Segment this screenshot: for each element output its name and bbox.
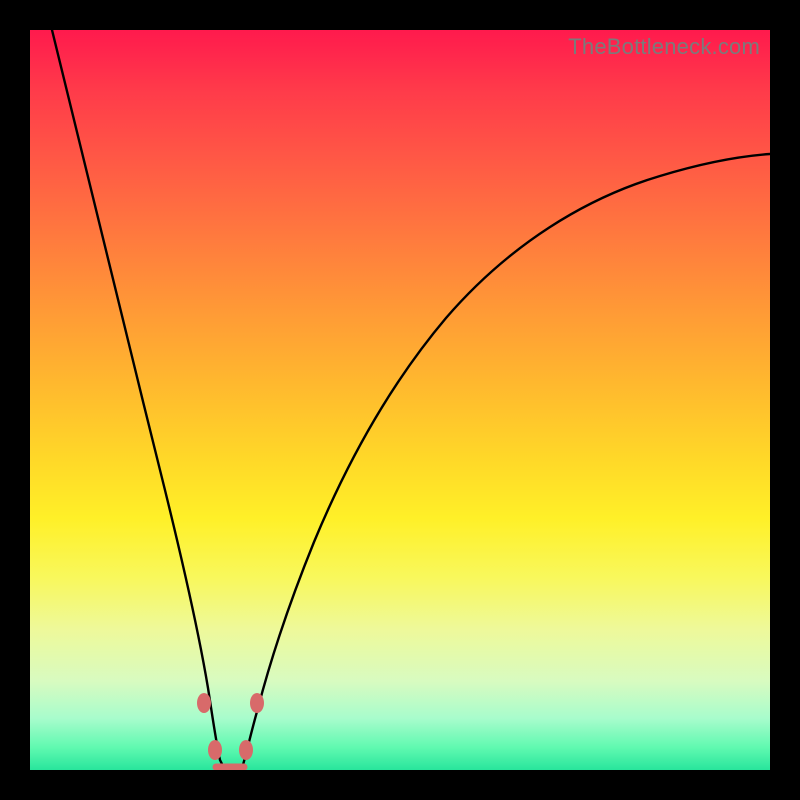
chart-svg [30, 30, 770, 770]
watermark-text: TheBottleneck.com [568, 34, 760, 60]
marker-right-upper [250, 693, 264, 713]
left-curve [52, 30, 224, 768]
marker-left-upper [197, 693, 211, 713]
marker-left-lower [208, 740, 222, 760]
plot-area: TheBottleneck.com [30, 30, 770, 770]
marker-right-lower [239, 740, 253, 760]
right-curve [242, 154, 770, 768]
